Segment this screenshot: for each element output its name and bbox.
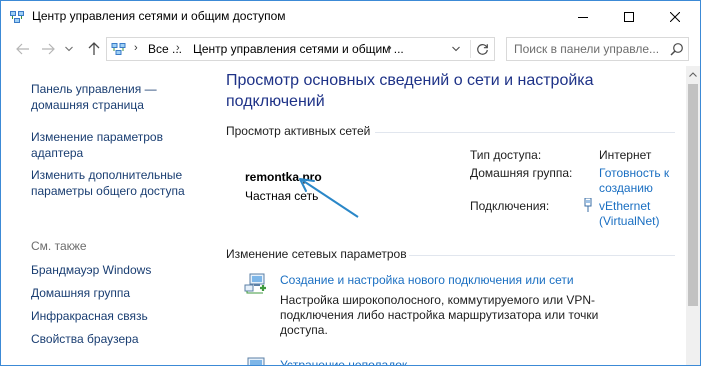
minimize-button[interactable] bbox=[560, 1, 606, 32]
divider bbox=[470, 40, 471, 58]
new-connection-description: Настройка широкополосного, коммутируемог… bbox=[280, 293, 599, 337]
recent-locations-button[interactable] bbox=[63, 40, 75, 58]
page-title: Просмотр основных сведений о сети и наст… bbox=[226, 72, 594, 110]
maximize-icon bbox=[624, 11, 634, 22]
sidebar-item-change-adapter-settings[interactable]: Изменение параметров адаптера bbox=[31, 129, 163, 161]
network-center-icon bbox=[10, 11, 24, 23]
scroll-thumb[interactable] bbox=[688, 84, 698, 306]
sidebar-item-control-panel-home[interactable]: Панель управления — домашняя страница bbox=[31, 81, 157, 113]
active-networks-heading: Просмотр активных сетей bbox=[226, 124, 371, 138]
divider bbox=[375, 132, 675, 133]
sidebar-item-homegroup[interactable]: Домашняя группа bbox=[31, 285, 130, 301]
access-type-value: Интернет bbox=[599, 148, 652, 162]
close-button[interactable] bbox=[652, 1, 698, 32]
navigation-bar: › Все ... › Центр управления сетями и об… bbox=[1, 32, 700, 66]
maximize-button[interactable] bbox=[606, 1, 652, 32]
arrow-up-icon bbox=[88, 42, 100, 55]
refresh-icon bbox=[476, 43, 488, 55]
close-icon bbox=[670, 11, 680, 22]
sidebar: Панель управления — домашняя страница Из… bbox=[1, 66, 206, 365]
breadcrumb-separator-icon[interactable]: › bbox=[176, 42, 180, 54]
troubleshoot-icon bbox=[247, 357, 265, 365]
arrow-right-icon bbox=[42, 43, 55, 55]
see-also-heading: См. также bbox=[31, 239, 87, 253]
window-title: Центр управления сетями и общим доступом bbox=[32, 9, 286, 23]
main-content: Просмотр основных сведений о сети и наст… bbox=[206, 66, 686, 365]
back-button[interactable] bbox=[14, 40, 32, 58]
ethernet-icon bbox=[584, 198, 592, 212]
up-button[interactable] bbox=[85, 40, 103, 58]
title-bar: Центр управления сетями и общим доступом bbox=[1, 1, 700, 32]
sidebar-item-windows-firewall[interactable]: Брандмауэр Windows bbox=[31, 262, 151, 278]
window: Центр управления сетями и общим доступом bbox=[0, 0, 701, 366]
search-icon[interactable] bbox=[670, 42, 684, 56]
sidebar-item-advanced-sharing[interactable]: Изменить дополнительные параметры общего… bbox=[31, 167, 185, 199]
chevron-up-icon bbox=[689, 71, 697, 77]
access-type-label: Тип доступа: bbox=[470, 148, 542, 162]
sidebar-item-internet-options[interactable]: Свойства браузера bbox=[31, 331, 139, 347]
new-connection-icon bbox=[244, 273, 266, 294]
forward-button[interactable] bbox=[39, 40, 57, 58]
homegroup-label: Домашняя группа: bbox=[470, 166, 573, 180]
breadcrumb-current[interactable]: Центр управления сетями и общим ... bbox=[193, 42, 404, 56]
search-placeholder: Поиск в панели управле... bbox=[514, 42, 660, 56]
chevron-down-icon bbox=[452, 46, 460, 52]
chevron-down-icon bbox=[65, 46, 73, 52]
new-connection-link[interactable]: Создание и настройка нового подключения … bbox=[280, 273, 574, 287]
vertical-scrollbar[interactable] bbox=[686, 66, 700, 365]
search-input[interactable]: Поиск в панели управле... bbox=[506, 37, 689, 61]
homegroup-link[interactable]: Готовность к созданию bbox=[599, 166, 683, 196]
network-center-icon bbox=[111, 43, 126, 55]
annotation-arrow-icon bbox=[299, 178, 359, 218]
troubleshoot-link[interactable]: Устранение неполадок bbox=[280, 358, 407, 365]
breadcrumb-separator-icon[interactable]: › bbox=[388, 42, 392, 54]
refresh-button[interactable] bbox=[474, 41, 490, 57]
connection-link[interactable]: vEthernet (VirtualNet) bbox=[599, 199, 679, 229]
connections-label: Подключения: bbox=[470, 199, 550, 213]
breadcrumb-separator-icon[interactable]: › bbox=[134, 42, 138, 54]
address-bar[interactable]: › Все ... › Центр управления сетями и об… bbox=[106, 37, 495, 61]
change-settings-heading: Изменение сетевых параметров bbox=[226, 247, 407, 261]
sidebar-item-infrared[interactable]: Инфракрасная связь bbox=[31, 308, 148, 324]
address-history-button[interactable] bbox=[450, 42, 462, 56]
divider bbox=[409, 255, 675, 256]
minimize-icon bbox=[578, 16, 588, 18]
scroll-up-button[interactable] bbox=[686, 66, 700, 82]
arrow-left-icon bbox=[16, 43, 29, 55]
